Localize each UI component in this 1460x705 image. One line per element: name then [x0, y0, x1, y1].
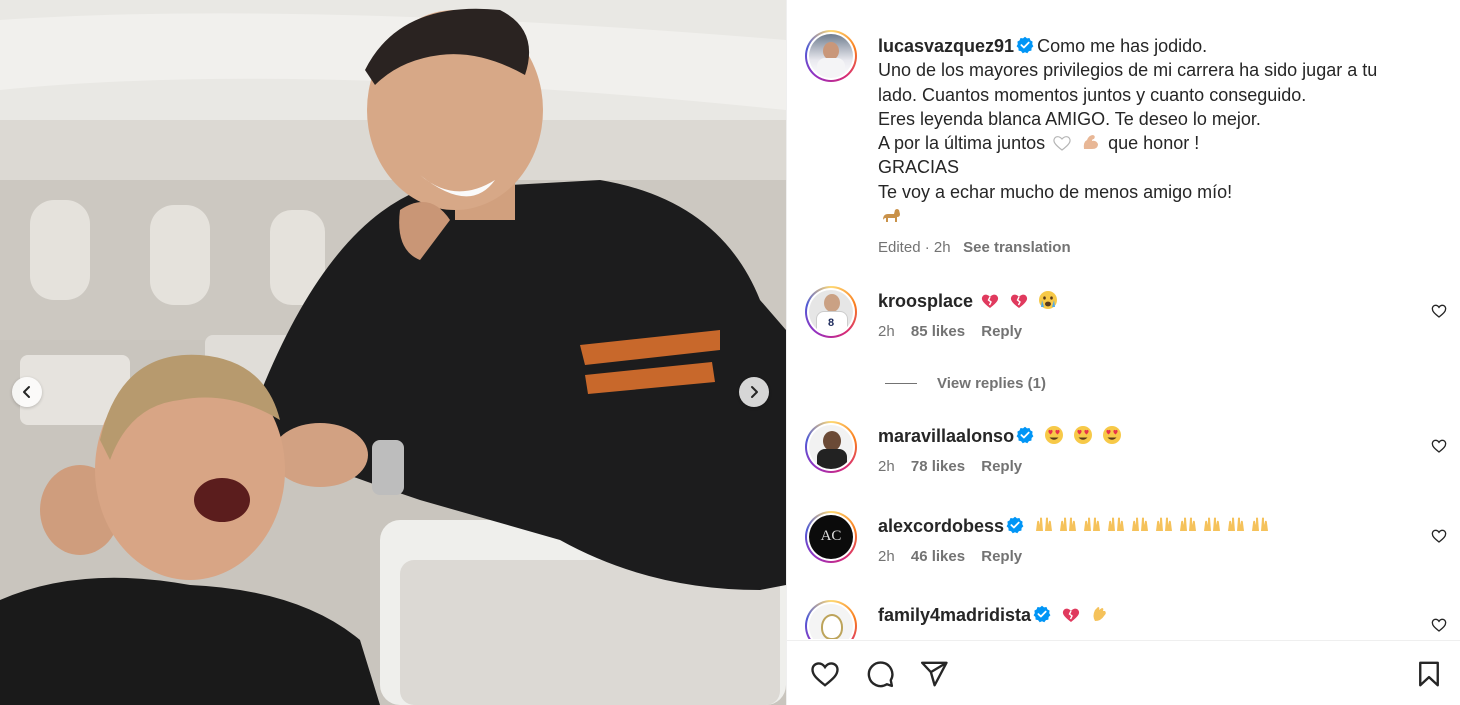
raising-hands-emoji: [1108, 517, 1125, 531]
reply-button[interactable]: Reply: [981, 548, 1022, 565]
chevron-right-icon: [751, 386, 758, 398]
comment-item: maravillaalonso 2h 78 likes Reply: [787, 421, 1460, 491]
broken-heart-emoji: [1010, 294, 1028, 308]
post-photo: [0, 0, 786, 705]
verified-badge-icon: [1033, 605, 1051, 623]
dog-emoji: [883, 209, 900, 223]
comment-likes[interactable]: 85 likes: [911, 323, 965, 340]
view-replies-button[interactable]: View replies (1): [885, 375, 1046, 392]
edited-label: Edited: [878, 239, 921, 257]
commenter-avatar[interactable]: 8: [805, 286, 857, 338]
comment-username[interactable]: kroosplace: [878, 291, 973, 311]
post-caption: lucasvazquez91 Como me has jodido. Uno de…: [878, 34, 1438, 261]
flexed-biceps-emoji: [1083, 135, 1099, 150]
comment-likes[interactable]: 78 likes: [911, 458, 965, 475]
verified-badge-icon: [1016, 36, 1034, 54]
broken-heart-emoji: [981, 294, 999, 308]
heart-eyes-emoji: [1074, 426, 1093, 444]
comment-username[interactable]: maravillaalonso: [878, 426, 1014, 446]
verified-badge-icon: [1006, 516, 1024, 534]
raising-hands-emoji: [1204, 517, 1221, 531]
comment-time: 2h: [878, 548, 895, 565]
previous-photo-button[interactable]: [12, 377, 42, 407]
heart-icon[interactable]: [809, 659, 841, 689]
raising-hands-emoji: [1252, 517, 1269, 531]
caption-line: Te voy a echar mucho de menos amigo mío!: [878, 181, 1233, 202]
raising-hands-emoji-row: [1032, 516, 1272, 536]
reply-button[interactable]: Reply: [981, 458, 1022, 475]
heart-eyes-emoji: [1103, 426, 1122, 444]
see-translation-link[interactable]: See translation: [963, 239, 1071, 256]
commenter-avatar[interactable]: AC: [805, 511, 857, 563]
comment-icon[interactable]: [864, 659, 896, 689]
post-action-bar: [787, 640, 1460, 705]
caption-line: lado. Cuantos momentos juntos y cuanto c…: [878, 84, 1307, 105]
broken-heart-emoji: [1062, 608, 1080, 622]
comment-likes[interactable]: 46 likes: [911, 548, 965, 565]
bookmark-icon[interactable]: [1414, 659, 1444, 689]
crying-face-emoji: [1039, 291, 1058, 309]
comment-username[interactable]: family4madridista: [878, 605, 1031, 625]
verified-badge-icon: [1016, 426, 1034, 444]
heart-eyes-emoji: [1045, 426, 1064, 444]
raising-hands-emoji: [1036, 517, 1053, 531]
post-time: 2h: [933, 239, 951, 257]
next-photo-button[interactable]: [739, 377, 769, 407]
replies-divider: [885, 383, 917, 384]
clapping-hands-emoji: [1093, 607, 1106, 621]
like-comment-heart-icon[interactable]: [1431, 528, 1447, 544]
caption-line: Uno de los mayores privilegios de mi car…: [878, 60, 1378, 81]
white-heart-emoji: [1053, 136, 1071, 151]
comment-username[interactable]: alexcordobess: [878, 516, 1004, 536]
raising-hands-emoji: [1156, 517, 1173, 531]
author-username[interactable]: lucasvazquez91: [878, 36, 1014, 56]
chevron-left-icon: [23, 386, 30, 398]
comment-item: family4madridista: [787, 600, 1460, 639]
view-replies-label: View replies (1): [937, 375, 1046, 392]
raising-hands-emoji: [1132, 517, 1149, 531]
comments-scroll-area[interactable]: lucasvazquez91 Como me has jodido. Uno de…: [787, 0, 1460, 639]
raising-hands-emoji: [1060, 517, 1077, 531]
comment-item: AC alexcordobess 2h 46 likes Reply: [787, 511, 1460, 581]
paper-plane-icon[interactable]: [918, 659, 950, 689]
caption-line: que honor !: [1108, 133, 1200, 154]
raising-hands-emoji: [1180, 517, 1197, 531]
caption-line: A por la última juntos: [878, 133, 1046, 154]
like-comment-heart-icon[interactable]: [1431, 303, 1447, 319]
raising-hands-emoji: [1228, 517, 1245, 531]
caption-line: Como me has jodido.: [1037, 36, 1208, 56]
post-side-panel: lucasvazquez91 Como me has jodido. Uno de…: [786, 0, 1460, 705]
comment-item: 8 kroosplace 2h 85 likes Reply: [787, 286, 1460, 356]
author-avatar[interactable]: [805, 30, 857, 82]
commenter-avatar[interactable]: [805, 421, 857, 473]
raising-hands-emoji: [1084, 517, 1101, 531]
comment-time: 2h: [878, 323, 895, 340]
comment-time: 2h: [878, 458, 895, 475]
like-comment-heart-icon[interactable]: [1431, 617, 1447, 633]
commenter-avatar[interactable]: [805, 600, 857, 639]
caption-line: Eres leyenda blanca AMIGO. Te deseo lo m…: [878, 108, 1261, 129]
like-comment-heart-icon[interactable]: [1431, 438, 1447, 454]
caption-line: GRACIAS: [878, 157, 960, 178]
photo-illustration: [0, 0, 786, 705]
reply-button[interactable]: Reply: [981, 323, 1022, 340]
